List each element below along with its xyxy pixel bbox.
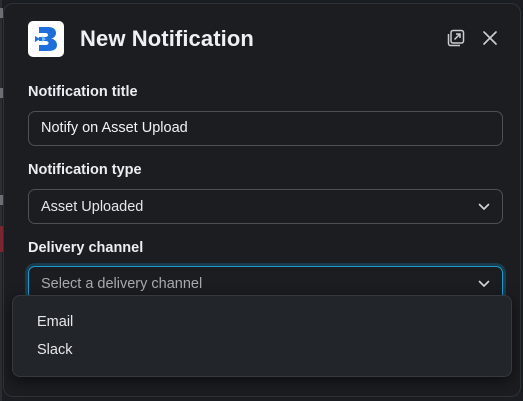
close-icon	[483, 31, 497, 45]
screen: New Notification Notification title Noti…	[0, 0, 523, 401]
notification-title-input[interactable]: Notify on Asset Upload	[28, 111, 503, 146]
notification-type-label: Notification type	[28, 162, 142, 178]
popout-icon	[447, 29, 465, 47]
delivery-channel-label: Delivery channel	[28, 240, 144, 256]
chevron-down-icon	[476, 199, 492, 215]
delivery-channel-option-email[interactable]: Email	[13, 308, 511, 336]
notification-type-select[interactable]: Asset Uploaded	[28, 189, 503, 224]
dialog-title: New Notification	[80, 26, 254, 51]
popout-button[interactable]	[444, 26, 468, 50]
delivery-channel-menu: Email Slack	[12, 295, 512, 377]
notification-title-label: Notification title	[28, 84, 138, 100]
app-logo-icon	[28, 21, 64, 57]
chevron-down-icon	[476, 276, 492, 292]
close-button[interactable]	[478, 26, 502, 50]
dialog-header: New Notification	[4, 4, 520, 74]
delivery-channel-option-slack[interactable]: Slack	[13, 336, 511, 364]
delivery-channel-placeholder: Select a delivery channel	[41, 275, 203, 292]
notification-type-value: Asset Uploaded	[41, 198, 144, 215]
